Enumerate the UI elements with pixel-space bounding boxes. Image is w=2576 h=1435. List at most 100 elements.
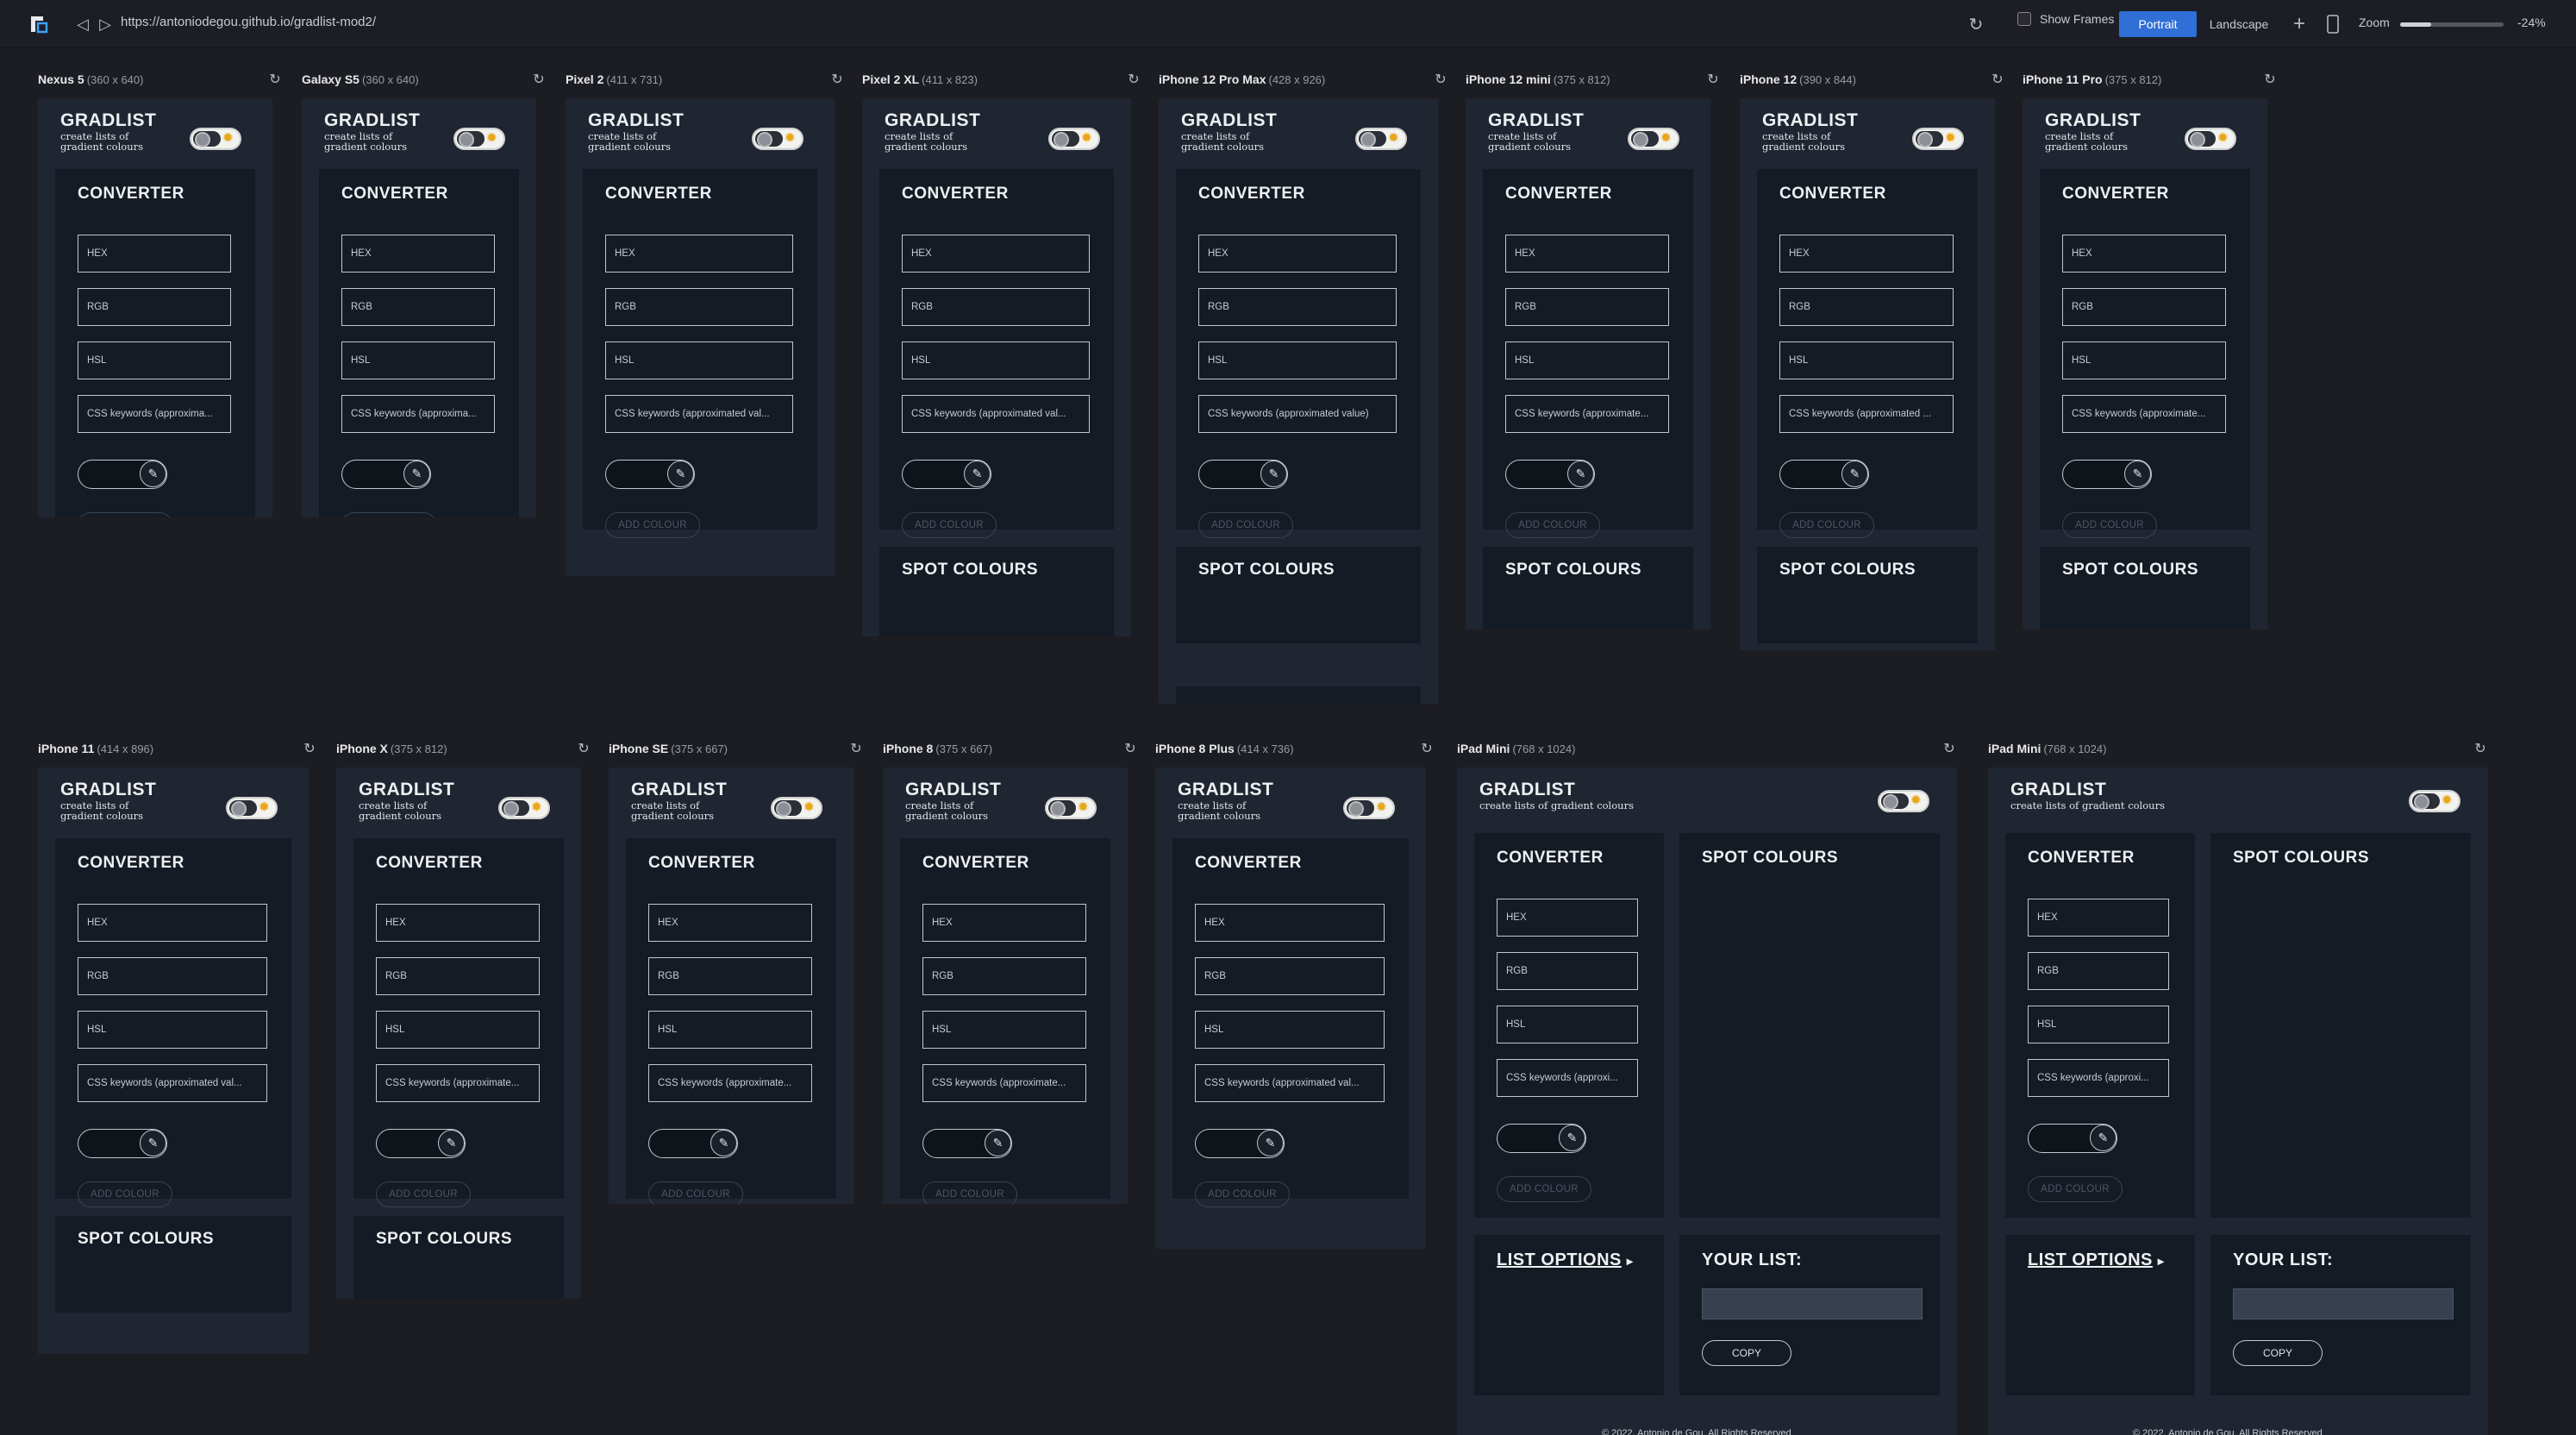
refresh-icon[interactable]: ↻ [576, 742, 591, 757]
rgb-input[interactable]: RGB [902, 288, 1090, 326]
list-output[interactable] [2233, 1288, 2454, 1319]
hex-input[interactable]: HEX [1195, 904, 1385, 942]
hsl-input[interactable]: HSL [648, 1011, 812, 1049]
hsl-input[interactable]: HSL [376, 1011, 540, 1049]
theme-toggle[interactable]: ✹ [190, 128, 241, 150]
theme-toggle[interactable]: ✹ [1355, 128, 1407, 150]
theme-toggle[interactable]: ✹ [1048, 128, 1100, 150]
hex-input[interactable]: HEX [376, 904, 540, 942]
refresh-icon[interactable]: ↻ [2262, 72, 2278, 88]
rgb-input[interactable]: RGB [922, 957, 1086, 995]
hex-input[interactable]: HEX [1505, 235, 1669, 273]
theme-toggle[interactable]: ✹ [2185, 128, 2236, 150]
colour-picker[interactable]: ✎ [1195, 1129, 1285, 1158]
css-keyword-input[interactable]: CSS keywords (approximate... [1505, 395, 1669, 433]
hsl-input[interactable]: HSL [2028, 1006, 2169, 1043]
hsl-input[interactable]: HSL [1198, 342, 1397, 379]
eyedropper-icon[interactable]: ✎ [667, 461, 694, 487]
css-keyword-input[interactable]: CSS keywords (approximated val... [1195, 1064, 1385, 1102]
refresh-icon[interactable]: ↻ [1122, 742, 1138, 757]
colour-picker[interactable]: ✎ [902, 460, 991, 489]
css-keyword-input[interactable]: CSS keywords (approxi... [1497, 1059, 1638, 1097]
eyedropper-icon[interactable]: ✎ [964, 461, 991, 487]
eyedropper-icon[interactable]: ✎ [140, 461, 166, 487]
eyedropper-icon[interactable]: ✎ [1260, 461, 1287, 487]
rgb-input[interactable]: RGB [605, 288, 793, 326]
css-keyword-input[interactable]: CSS keywords (approximated value) [1198, 395, 1397, 433]
refresh-icon[interactable]: ↻ [2473, 742, 2488, 757]
css-keyword-input[interactable]: CSS keywords (approximate... [376, 1064, 540, 1102]
theme-toggle[interactable]: ✹ [226, 797, 278, 819]
add-colour-button[interactable]: ADD COLOUR [902, 512, 997, 538]
add-colour-button[interactable]: ADD COLOUR [2028, 1176, 2123, 1202]
colour-picker[interactable]: ✎ [1198, 460, 1288, 489]
refresh-icon[interactable]: ↻ [1433, 72, 1448, 88]
hsl-input[interactable]: HSL [1505, 342, 1669, 379]
add-colour-button[interactable]: ADD COLOUR [1779, 512, 1874, 538]
add-colour-button[interactable]: ADD COLOUR [341, 512, 436, 517]
refresh-icon[interactable]: ↻ [302, 742, 317, 757]
eyedropper-icon[interactable]: ✎ [1841, 461, 1868, 487]
hex-input[interactable]: HEX [922, 904, 1086, 942]
hsl-input[interactable]: HSL [922, 1011, 1086, 1049]
hsl-input[interactable]: HSL [1779, 342, 1954, 379]
theme-toggle[interactable]: ✹ [1912, 128, 1964, 150]
add-colour-button[interactable]: ADD COLOUR [1198, 512, 1293, 538]
add-device-icon[interactable]: + [2289, 12, 2310, 36]
theme-toggle[interactable]: ✹ [1878, 790, 1929, 812]
refresh-icon[interactable]: ↻ [1419, 742, 1435, 757]
css-keyword-input[interactable]: CSS keywords (approximated val... [78, 1064, 267, 1102]
portrait-button[interactable]: Portrait [2119, 11, 2197, 37]
add-colour-button[interactable]: ADD COLOUR [605, 512, 700, 538]
css-keyword-input[interactable]: CSS keywords (approximate... [922, 1064, 1086, 1102]
hex-input[interactable]: HEX [2062, 235, 2226, 273]
theme-toggle[interactable]: ✹ [752, 128, 803, 150]
rgb-input[interactable]: RGB [1505, 288, 1669, 326]
list-output[interactable] [1702, 1288, 1923, 1319]
theme-toggle[interactable]: ✹ [1045, 797, 1097, 819]
refresh-icon[interactable]: ↻ [1941, 742, 1957, 757]
css-keyword-input[interactable]: CSS keywords (approximated ... [1779, 395, 1954, 433]
eyedropper-icon[interactable]: ✎ [2124, 461, 2151, 487]
colour-picker[interactable]: ✎ [1779, 460, 1869, 489]
show-frames-checkbox[interactable] [2017, 12, 2031, 26]
rgb-input[interactable]: RGB [2062, 288, 2226, 326]
hex-input[interactable]: HEX [1779, 235, 1954, 273]
copy-button[interactable]: COPY [2233, 1340, 2323, 1366]
copy-button[interactable]: COPY [1702, 1340, 1791, 1366]
colour-picker[interactable]: ✎ [341, 460, 431, 489]
colour-picker[interactable]: ✎ [1497, 1124, 1586, 1153]
add-colour-button[interactable]: ADD COLOUR [1195, 1181, 1290, 1207]
add-colour-button[interactable]: ADD COLOUR [648, 1181, 743, 1204]
hsl-input[interactable]: HSL [1497, 1006, 1638, 1043]
hsl-input[interactable]: HSL [1195, 1011, 1385, 1049]
hex-input[interactable]: HEX [902, 235, 1090, 273]
back-icon[interactable]: ◁ [74, 12, 91, 36]
hex-input[interactable]: HEX [2028, 899, 2169, 937]
refresh-icon[interactable]: ↻ [1126, 72, 1141, 88]
css-keyword-input[interactable]: CSS keywords (approxima... [341, 395, 495, 433]
show-frames-toggle[interactable]: Show Frames [2017, 12, 2114, 26]
colour-picker[interactable]: ✎ [605, 460, 695, 489]
reload-icon[interactable]: ↻ [1966, 12, 1986, 36]
refresh-icon[interactable]: ↻ [1705, 72, 1721, 88]
refresh-icon[interactable]: ↻ [267, 72, 283, 88]
css-keyword-input[interactable]: CSS keywords (approximated val... [605, 395, 793, 433]
list-options-toggle[interactable]: LIST OPTIONS ▸ [2028, 1250, 2164, 1270]
colour-picker[interactable]: ✎ [648, 1129, 738, 1158]
eyedropper-icon[interactable]: ✎ [1257, 1130, 1284, 1156]
add-colour-button[interactable]: ADD COLOUR [376, 1181, 471, 1207]
rgb-input[interactable]: RGB [1497, 952, 1638, 990]
eyedropper-icon[interactable]: ✎ [2090, 1125, 2116, 1151]
eyedropper-icon[interactable]: ✎ [1567, 461, 1594, 487]
hex-input[interactable]: HEX [78, 235, 231, 273]
device-icon[interactable] [2326, 12, 2340, 36]
refresh-icon[interactable]: ↻ [829, 72, 845, 88]
rgb-input[interactable]: RGB [1198, 288, 1397, 326]
rgb-input[interactable]: RGB [78, 288, 231, 326]
theme-toggle[interactable]: ✹ [453, 128, 505, 150]
rgb-input[interactable]: RGB [648, 957, 812, 995]
add-colour-button[interactable]: ADD COLOUR [2062, 512, 2157, 538]
eyedropper-icon[interactable]: ✎ [985, 1130, 1011, 1156]
hex-input[interactable]: HEX [341, 235, 495, 273]
